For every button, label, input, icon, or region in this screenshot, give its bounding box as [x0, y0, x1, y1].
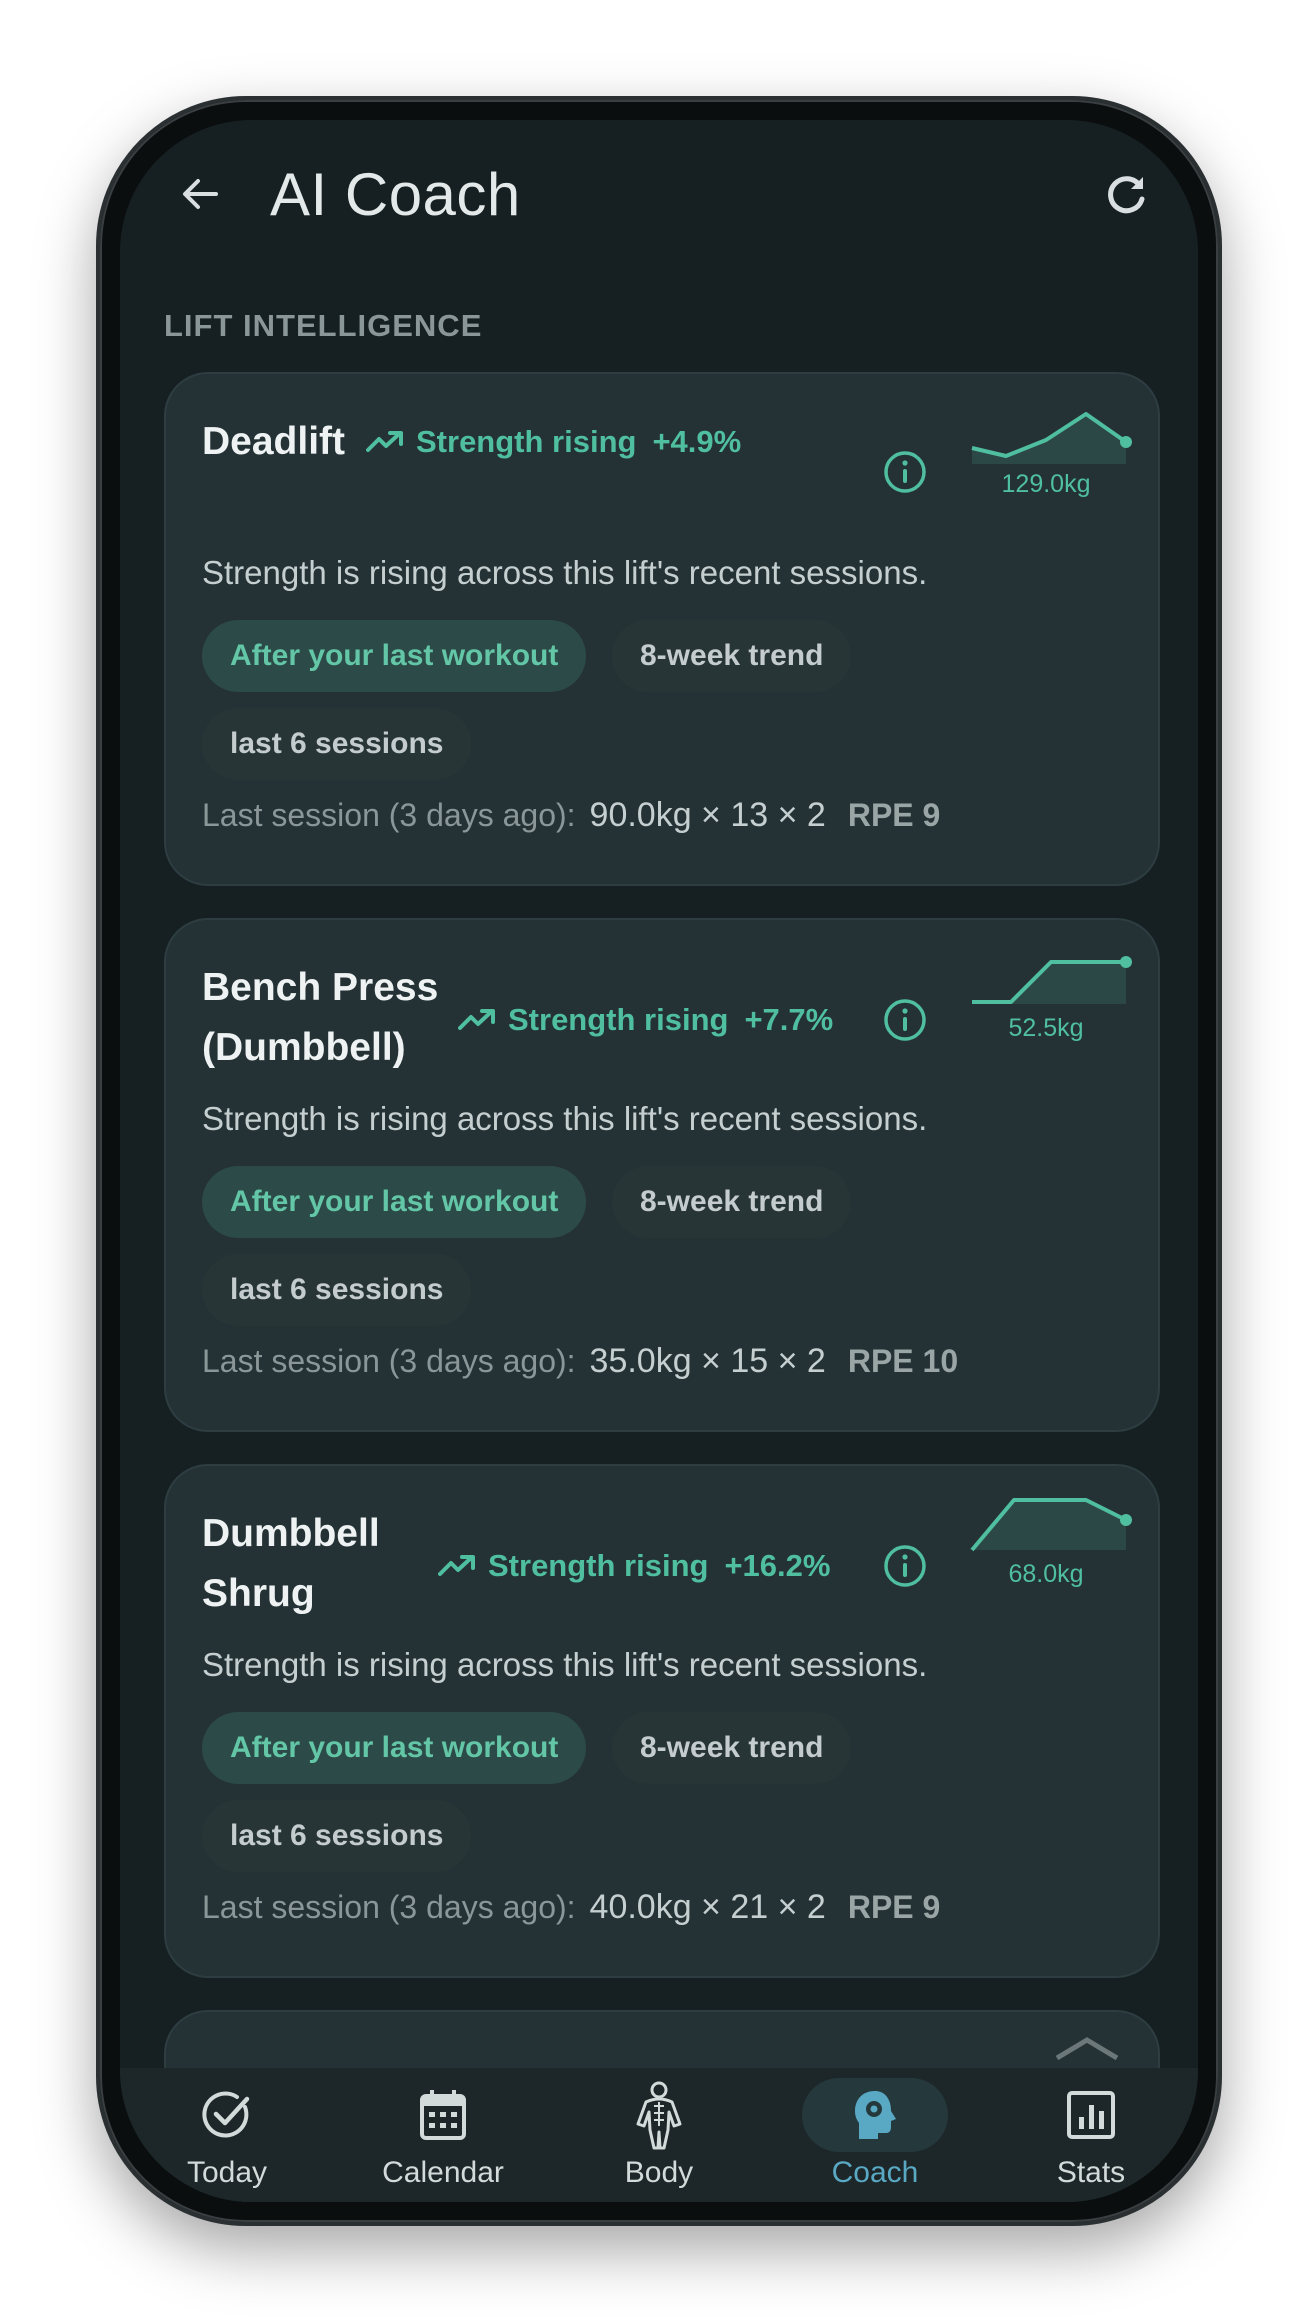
bottom-navigation: Today Calendar Body Coach Stats [120, 2068, 1198, 2202]
nav-item-stats[interactable]: Stats [1006, 2078, 1176, 2198]
sparkline-value: 129.0kg [1001, 470, 1091, 498]
sparkline-chart [971, 412, 1132, 464]
trend-label: Strength rising [488, 1548, 709, 1583]
trend-indicator: Strength rising +7.7% [458, 1002, 833, 1038]
chip-8-week-trend[interactable]: 8-week trend [612, 620, 852, 692]
trend-indicator: Strength rising +16.2% [438, 1548, 830, 1584]
last-session: Last session (3 days ago): 35.0kg × 15 ×… [202, 1342, 958, 1381]
nav-icon-container [370, 2078, 516, 2152]
lift-summary: Strength is rising across this lift's re… [202, 1100, 928, 1137]
lift-name: Bench Press (Dumbbell) [202, 966, 439, 1069]
last-session-sets: 90.0kg × 13 × 2 [589, 796, 826, 834]
nav-item-body[interactable]: Body [574, 2078, 744, 2198]
sparkline-chart [970, 1498, 1132, 1552]
info-icon[interactable] [881, 1542, 929, 1590]
last-session-label: Last session (3 days ago): [202, 1889, 576, 1925]
last-session: Last session (3 days ago): 40.0kg × 21 ×… [202, 1888, 940, 1927]
chip-8-week-trend[interactable]: 8-week trend [612, 1166, 852, 1238]
last-session-label: Last session (3 days ago): [202, 1343, 576, 1379]
lift-name: Dumbbell Shrug [202, 1512, 380, 1615]
nav-item-coach[interactable]: Coach [790, 2078, 960, 2198]
last-session-rpe: RPE 10 [847, 1343, 959, 1379]
page-title: AI Coach [270, 161, 521, 228]
info-icon[interactable] [881, 448, 929, 496]
lift-card-bench-press[interactable]: Bench Press (Dumbbell) Strength rising +… [164, 918, 1160, 1432]
nav-label: Coach [831, 2156, 919, 2189]
sparkline-chart [972, 956, 1132, 1004]
arrow-left-icon [183, 179, 218, 209]
trend-value: +4.9% [652, 424, 742, 459]
top-app-bar: AI Coach [120, 120, 1198, 280]
trend-indicator: Strength rising +4.9% [366, 424, 741, 460]
phone-frame: AI Coach LIFT INTELLIGENCE Deadlift Stre… [96, 96, 1222, 2226]
chip-after-last-workout[interactable]: After your last workout [202, 620, 587, 692]
nav-label: Stats [1056, 2156, 1126, 2189]
section-label: LIFT INTELLIGENCE [164, 308, 483, 343]
chip-last-6-sessions[interactable]: last 6 sessions [202, 708, 472, 780]
chip-last-6-sessions[interactable]: last 6 sessions [202, 1254, 472, 1326]
last-session-rpe: RPE 9 [847, 1889, 941, 1925]
nav-label: Today [186, 2156, 268, 2189]
trending-up-icon [438, 1555, 475, 1576]
chip-after-last-workout[interactable]: After your last workout [202, 1712, 587, 1784]
nav-item-calendar[interactable]: Calendar [358, 2078, 528, 2198]
trend-label: Strength rising [508, 1002, 729, 1037]
last-session-rpe: RPE 9 [847, 797, 941, 833]
last-session-sets: 40.0kg × 21 × 2 [589, 1888, 826, 1926]
last-session-label: Last session (3 days ago): [202, 797, 576, 833]
last-session-sets: 35.0kg × 15 × 2 [589, 1342, 826, 1380]
chip-after-last-workout[interactable]: After your last workout [202, 1166, 587, 1238]
lift-summary: Strength is rising across this lift's re… [202, 554, 928, 591]
trend-label: Strength rising [416, 424, 637, 459]
app-screen: AI Coach LIFT INTELLIGENCE Deadlift Stre… [120, 120, 1198, 2202]
refresh-button[interactable] [1094, 162, 1158, 226]
nav-icon-container [802, 2078, 948, 2152]
trending-up-icon [458, 1009, 495, 1030]
lift-card-dumbbell-shrug[interactable]: Dumbbell Shrug Strength rising +16.2% 68… [164, 1464, 1160, 1978]
lift-name: Deadlift [202, 420, 346, 463]
nav-icon-container [1018, 2078, 1164, 2152]
sparkline-value: 52.5kg [1008, 1014, 1084, 1042]
nav-label: Body [624, 2156, 694, 2189]
trend-value: +16.2% [724, 1548, 831, 1583]
info-icon[interactable] [881, 996, 929, 1044]
refresh-icon [1108, 176, 1145, 214]
trend-value: +7.7% [744, 1002, 834, 1037]
nav-item-today[interactable]: Today [142, 2078, 312, 2198]
lift-summary: Strength is rising across this lift's re… [202, 1646, 928, 1683]
back-button[interactable] [168, 162, 232, 226]
last-session: Last session (3 days ago): 90.0kg × 13 ×… [202, 796, 940, 835]
lift-card-deadlift[interactable]: Deadlift Strength rising +4.9% 129.0kg S… [164, 372, 1160, 886]
coach-brain-icon [855, 2091, 896, 2139]
body-icon [636, 2081, 682, 2150]
nav-label: Calendar [382, 2156, 504, 2189]
trending-up-icon [366, 431, 403, 452]
nav-icon-container [586, 2078, 732, 2152]
stats-icon [1067, 2091, 1115, 2139]
nav-icon-container [154, 2078, 300, 2152]
calendar-icon [420, 2090, 466, 2140]
check-circle-icon [202, 2091, 250, 2138]
chip-8-week-trend[interactable]: 8-week trend [612, 1712, 852, 1784]
chevron-up-icon [1055, 2037, 1119, 2060]
sparkline-value: 68.0kg [1008, 1560, 1084, 1588]
chip-last-6-sessions[interactable]: last 6 sessions [202, 1800, 472, 1872]
